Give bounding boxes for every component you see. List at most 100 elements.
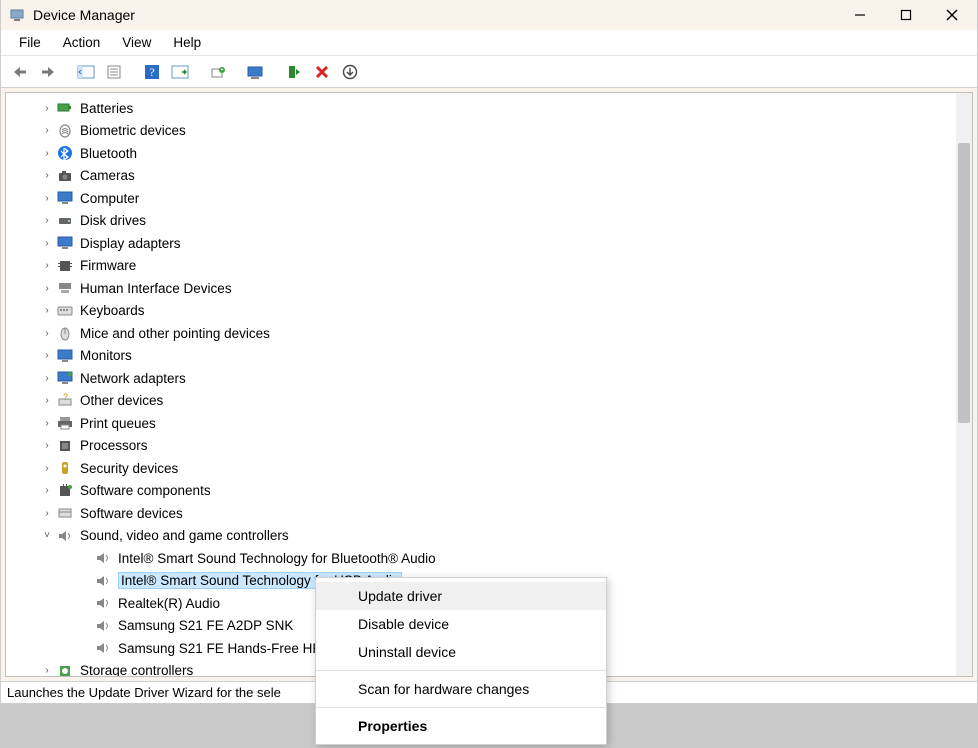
category-label: Security devices bbox=[80, 461, 178, 476]
context-menu-item[interactable]: Uninstall device bbox=[316, 638, 606, 666]
tree-category[interactable]: › Cameras bbox=[6, 165, 956, 188]
category-label: Human Interface Devices bbox=[80, 281, 232, 296]
expand-arrow-icon[interactable]: › bbox=[40, 485, 54, 496]
computer-icon bbox=[56, 190, 74, 206]
expand-arrow-icon[interactable]: › bbox=[40, 283, 54, 294]
disk-icon bbox=[56, 213, 74, 229]
tree-category[interactable]: › Network adapters bbox=[6, 367, 956, 390]
expand-arrow-icon[interactable]: › bbox=[40, 463, 54, 474]
expand-arrow-icon[interactable]: › bbox=[40, 260, 54, 271]
hid-icon bbox=[56, 280, 74, 296]
expand-arrow-icon[interactable]: › bbox=[40, 305, 54, 316]
expand-arrow-icon[interactable]: › bbox=[40, 440, 54, 451]
tree-category[interactable]: ˅ Sound, video and game controllers bbox=[6, 525, 956, 548]
expand-arrow-icon[interactable]: › bbox=[40, 170, 54, 181]
window-controls bbox=[837, 0, 975, 30]
camera-icon bbox=[56, 168, 74, 184]
enable-device-button[interactable] bbox=[281, 59, 307, 85]
firmware-icon bbox=[56, 258, 74, 274]
tree-category[interactable]: › Keyboards bbox=[6, 300, 956, 323]
tree-category[interactable]: › Display adapters bbox=[6, 232, 956, 255]
expand-arrow-icon[interactable]: › bbox=[40, 125, 54, 136]
uninstall-device-button[interactable] bbox=[309, 59, 335, 85]
minimize-button[interactable] bbox=[837, 0, 883, 30]
context-menu: Update driverDisable deviceUninstall dev… bbox=[315, 577, 607, 745]
scrollbar[interactable] bbox=[956, 93, 972, 676]
menu-help[interactable]: Help bbox=[163, 33, 211, 52]
tree-category[interactable]: › Mice and other pointing devices bbox=[6, 322, 956, 345]
monitor-icon bbox=[56, 348, 74, 364]
tree-category[interactable]: › Software components bbox=[6, 480, 956, 503]
speaker-icon bbox=[94, 618, 112, 634]
context-menu-item[interactable]: Properties bbox=[316, 712, 606, 740]
category-label: Sound, video and game controllers bbox=[80, 528, 289, 543]
tree-category[interactable]: › Processors bbox=[6, 435, 956, 458]
expand-arrow-icon[interactable]: › bbox=[40, 238, 54, 249]
scan-hardware-button[interactable] bbox=[243, 59, 269, 85]
tree-category[interactable]: › Security devices bbox=[6, 457, 956, 480]
expand-arrow-icon[interactable]: › bbox=[40, 103, 54, 114]
properties-toolbar-button[interactable] bbox=[101, 59, 127, 85]
tree-category[interactable]: › Computer bbox=[6, 187, 956, 210]
tree-category[interactable]: › Biometric devices bbox=[6, 120, 956, 143]
tree-category[interactable]: › ? Other devices bbox=[6, 390, 956, 413]
sound-icon bbox=[56, 528, 74, 544]
maximize-button[interactable] bbox=[883, 0, 929, 30]
category-label: Storage controllers bbox=[80, 663, 193, 676]
close-button[interactable] bbox=[929, 0, 975, 30]
category-label: Bluetooth bbox=[80, 146, 137, 161]
category-label: Mice and other pointing devices bbox=[80, 326, 270, 341]
app-icon bbox=[9, 7, 25, 23]
device-label: Realtek(R) Audio bbox=[118, 596, 220, 611]
context-menu-item[interactable]: Scan for hardware changes bbox=[316, 675, 606, 703]
category-label: Monitors bbox=[80, 348, 132, 363]
expand-arrow-icon[interactable]: › bbox=[40, 395, 54, 406]
processor-icon bbox=[56, 438, 74, 454]
tree-category[interactable]: › Disk drives bbox=[6, 210, 956, 233]
device-label: Samsung S21 FE Hands-Free HF bbox=[118, 641, 321, 656]
window-title: Device Manager bbox=[33, 7, 135, 23]
expand-arrow-icon[interactable]: › bbox=[40, 373, 54, 384]
speaker-icon bbox=[94, 550, 112, 566]
tree-category[interactable]: › Human Interface Devices bbox=[6, 277, 956, 300]
expand-arrow-icon[interactable]: › bbox=[40, 508, 54, 519]
menu-view[interactable]: View bbox=[112, 33, 161, 52]
forward-button[interactable] bbox=[35, 59, 61, 85]
context-menu-item[interactable]: Update driver bbox=[316, 582, 606, 610]
show-hide-console-tree-button[interactable] bbox=[73, 59, 99, 85]
mouse-icon bbox=[56, 325, 74, 341]
tree-category[interactable]: › Batteries bbox=[6, 97, 956, 120]
expand-arrow-icon[interactable]: ˅ bbox=[40, 530, 54, 541]
expand-arrow-icon[interactable]: › bbox=[40, 193, 54, 204]
tree-category[interactable]: › Monitors bbox=[6, 345, 956, 368]
scrollbar-thumb[interactable] bbox=[958, 143, 970, 423]
back-button[interactable] bbox=[7, 59, 33, 85]
menubar: File Action View Help bbox=[1, 30, 977, 56]
help-toolbar-button[interactable]: ? bbox=[139, 59, 165, 85]
add-legacy-hardware-button[interactable] bbox=[337, 59, 363, 85]
expand-arrow-icon[interactable]: › bbox=[40, 148, 54, 159]
expand-arrow-icon[interactable]: › bbox=[40, 328, 54, 339]
tree-device[interactable]: › Intel® Smart Sound Technology for Blue… bbox=[6, 547, 956, 570]
titlebar: Device Manager bbox=[1, 0, 977, 30]
menu-file[interactable]: File bbox=[9, 33, 51, 52]
expand-arrow-icon[interactable]: › bbox=[40, 215, 54, 226]
context-menu-item[interactable]: Disable device bbox=[316, 610, 606, 638]
swcomp-icon bbox=[56, 483, 74, 499]
tree-category[interactable]: › Print queues bbox=[6, 412, 956, 435]
keyboard-icon bbox=[56, 303, 74, 319]
tree-category[interactable]: › Firmware bbox=[6, 255, 956, 278]
tree-category[interactable]: › Bluetooth bbox=[6, 142, 956, 165]
expand-arrow-icon[interactable]: › bbox=[40, 665, 54, 676]
category-label: Software devices bbox=[80, 506, 183, 521]
menu-action[interactable]: Action bbox=[53, 33, 111, 52]
category-label: Network adapters bbox=[80, 371, 186, 386]
update-driver-toolbar-button[interactable] bbox=[205, 59, 231, 85]
tree-category[interactable]: › Software devices bbox=[6, 502, 956, 525]
category-label: Biometric devices bbox=[80, 123, 186, 138]
category-label: Cameras bbox=[80, 168, 135, 183]
expand-arrow-icon[interactable]: › bbox=[40, 350, 54, 361]
expand-arrow-icon[interactable]: › bbox=[40, 418, 54, 429]
action-toolbar-button[interactable] bbox=[167, 59, 193, 85]
network-icon bbox=[56, 370, 74, 386]
